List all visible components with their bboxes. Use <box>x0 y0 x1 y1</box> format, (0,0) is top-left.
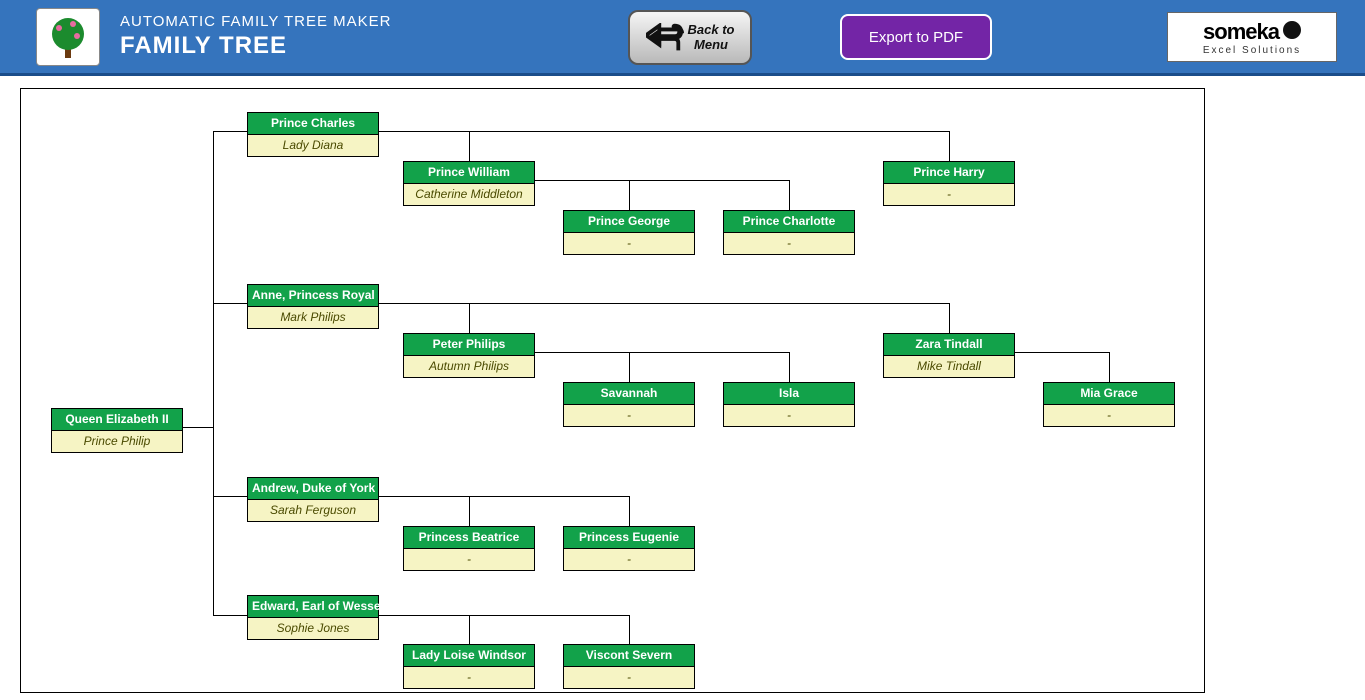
tree-spouse: Autumn Philips <box>404 356 534 377</box>
tree-box: Mia Grace - <box>1043 382 1175 427</box>
tree-spouse: Prince Philip <box>52 431 182 452</box>
tree-spouse: Sophie Jones <box>248 618 378 639</box>
tree-name: Andrew, Duke of York <box>248 478 378 500</box>
tree-spouse: Sarah Ferguson <box>248 500 378 521</box>
tree-spouse: - <box>884 184 1014 205</box>
tree-box: Savannah - <box>563 382 695 427</box>
tree-spouse: - <box>564 667 694 688</box>
tree-name: Prince William <box>404 162 534 184</box>
tree-box: Prince William Catherine Middleton <box>403 161 535 206</box>
tree-spouse: Mark Philips <box>248 307 378 328</box>
tree-name: Prince Charles <box>248 113 378 135</box>
tree-box: Isla - <box>723 382 855 427</box>
tree-name: Edward, Earl of Wessex <box>248 596 378 618</box>
brand-sub: Excel Solutions <box>1203 45 1301 56</box>
tree-spouse: Mike Tindall <box>884 356 1014 377</box>
tree-name: Mia Grace <box>1044 383 1174 405</box>
tree-box: Viscont Severn - <box>563 644 695 689</box>
tree-spouse: - <box>564 549 694 570</box>
tree-name: Isla <box>724 383 854 405</box>
tree-name: Prince George <box>564 211 694 233</box>
tree-spouse: Catherine Middleton <box>404 184 534 205</box>
tree-box-root: Queen Elizabeth II Prince Philip <box>51 408 183 453</box>
tree-box: Anne, Princess Royal Mark Philips <box>247 284 379 329</box>
brand-circle-icon <box>1283 21 1301 39</box>
tree-box: Andrew, Duke of York Sarah Ferguson <box>247 477 379 522</box>
tree-box: Prince Charlotte - <box>723 210 855 255</box>
app-title: AUTOMATIC FAMILY TREE MAKER <box>120 13 392 30</box>
tree-box: Prince Charles Lady Diana <box>247 112 379 157</box>
tree-name: Lady Loise Windsor <box>404 645 534 667</box>
tree-name: Princess Eugenie <box>564 527 694 549</box>
tree-spouse: Lady Diana <box>248 135 378 156</box>
back-arrow-icon <box>646 23 684 53</box>
tree-box: Lady Loise Windsor - <box>403 644 535 689</box>
page-title: FAMILY TREE <box>120 32 392 60</box>
tree-name: Anne, Princess Royal <box>248 285 378 307</box>
tree-spouse: - <box>564 233 694 254</box>
brand-main: someka <box>1203 19 1301 45</box>
tree-spouse: - <box>564 405 694 426</box>
tree-name: Peter Philips <box>404 334 534 356</box>
tree-name: Prince Harry <box>884 162 1014 184</box>
back-button[interactable]: Back toMenu <box>628 10 752 65</box>
tree-spouse: - <box>724 405 854 426</box>
export-button[interactable]: Export to PDF <box>840 14 992 60</box>
tree-name: Princess Beatrice <box>404 527 534 549</box>
tree-icon <box>36 8 100 66</box>
header-titles: AUTOMATIC FAMILY TREE MAKER FAMILY TREE <box>120 13 392 60</box>
tree-spouse: - <box>724 233 854 254</box>
brand-logo: someka Excel Solutions <box>1167 12 1337 62</box>
tree-box: Prince Harry - <box>883 161 1015 206</box>
export-button-label: Export to PDF <box>869 29 963 46</box>
tree-canvas: Queen Elizabeth II Prince Philip Prince … <box>20 88 1205 693</box>
tree-name: Savannah <box>564 383 694 405</box>
tree-spouse: - <box>404 549 534 570</box>
tree-name: Zara Tindall <box>884 334 1014 356</box>
tree-spouse: - <box>404 667 534 688</box>
tree-box: Edward, Earl of Wessex Sophie Jones <box>247 595 379 640</box>
back-button-label: Back toMenu <box>688 23 735 52</box>
tree-box: Prince George - <box>563 210 695 255</box>
tree-box: Peter Philips Autumn Philips <box>403 333 535 378</box>
tree-box: Princess Beatrice - <box>403 526 535 571</box>
header-bar: AUTOMATIC FAMILY TREE MAKER FAMILY TREE … <box>0 0 1365 76</box>
tree-box: Zara Tindall Mike Tindall <box>883 333 1015 378</box>
tree-spouse: - <box>1044 405 1174 426</box>
tree-box: Princess Eugenie - <box>563 526 695 571</box>
tree-name: Queen Elizabeth II <box>52 409 182 431</box>
tree-name: Prince Charlotte <box>724 211 854 233</box>
tree-name: Viscont Severn <box>564 645 694 667</box>
